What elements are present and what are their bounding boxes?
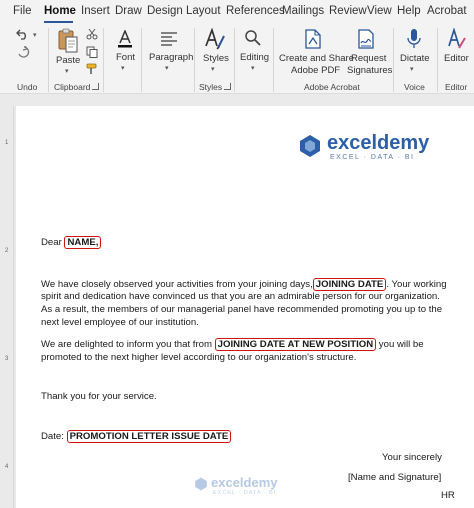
group-label-styles: Styles bbox=[199, 82, 223, 92]
group-separator bbox=[194, 28, 195, 92]
editing-icon[interactable] bbox=[244, 29, 262, 47]
font-button[interactable]: Font bbox=[116, 52, 135, 64]
editing-button[interactable]: Editing bbox=[240, 52, 269, 64]
date-line: Date: PROMOTION LETTER ISSUE DATE bbox=[41, 430, 232, 444]
active-tab-indicator bbox=[44, 21, 73, 23]
create-share-pdf-button[interactable]: Create and Share bbox=[279, 53, 354, 65]
copy-icon[interactable] bbox=[86, 46, 98, 58]
ruler-mark: 4 bbox=[5, 464, 9, 470]
name-and-signature: [Name and Signature] bbox=[348, 472, 442, 483]
dictate-dropdown-icon[interactable]: ▾ bbox=[410, 65, 414, 73]
paragraph-1-line-2: spirit and dedication have convinced us … bbox=[41, 291, 440, 302]
ruler-mark: 3 bbox=[5, 356, 9, 362]
request-signatures-button[interactable]: Request bbox=[351, 53, 386, 65]
horizontal-ruler bbox=[0, 94, 474, 106]
watermark-logo-icon bbox=[195, 477, 207, 491]
editing-dropdown-icon[interactable]: ▾ bbox=[251, 64, 255, 72]
ruler-mark: 2 bbox=[5, 248, 9, 254]
paste-icon[interactable] bbox=[57, 28, 79, 54]
exceldemy-logo-icon bbox=[300, 135, 320, 157]
create-share-pdf-button-line2[interactable]: Adobe PDF bbox=[291, 65, 340, 77]
group-separator bbox=[393, 28, 394, 92]
paragraph-2-text: you will be bbox=[376, 339, 424, 350]
cut-icon[interactable] bbox=[86, 28, 98, 40]
create-pdf-icon[interactable] bbox=[304, 29, 322, 49]
name-placeholder[interactable]: NAME, bbox=[64, 236, 102, 249]
paragraph-2-line-1: We are delighted to inform you that from… bbox=[41, 338, 424, 352]
document-page[interactable]: exceldemy EXCEL · DATA · BI Dear NAME, W… bbox=[16, 106, 474, 508]
watermark-tagline: EXCEL · DATA · BI bbox=[213, 490, 277, 496]
dictate-button[interactable]: Dictate bbox=[400, 53, 430, 65]
group-label-clipboard: Clipboard bbox=[54, 82, 91, 92]
font-icon[interactable] bbox=[117, 30, 133, 48]
undo-icon[interactable] bbox=[16, 28, 30, 40]
tab-acrobat[interactable]: Acrobat bbox=[427, 5, 467, 17]
paragraph-2-text: We are delighted to inform you that from bbox=[41, 339, 212, 350]
clipboard-launcher-icon[interactable] bbox=[92, 83, 99, 90]
group-label-adobe-acrobat: Adobe Acrobat bbox=[304, 82, 360, 92]
paste-button[interactable]: Paste bbox=[56, 55, 80, 67]
thanks-line: Thank you for your service. bbox=[41, 391, 157, 402]
paragraph-dropdown-icon[interactable]: ▾ bbox=[165, 64, 169, 72]
watermark-name: exceldemy bbox=[211, 475, 278, 490]
undo-dropdown-icon[interactable]: ▾ bbox=[33, 31, 37, 39]
styles-button[interactable]: Styles bbox=[203, 53, 229, 65]
date-label: Date: bbox=[41, 431, 64, 442]
paragraph-1-line-4: next level employee of our institution. bbox=[41, 317, 199, 328]
paragraph-1-line-3: As a result, the members of our manageri… bbox=[41, 304, 443, 315]
format-painter-icon[interactable] bbox=[86, 63, 98, 75]
logo-name: exceldemy bbox=[327, 132, 430, 154]
group-separator bbox=[437, 28, 438, 92]
group-separator bbox=[273, 28, 274, 92]
closing-sincerely: Your sincerely bbox=[382, 452, 442, 463]
font-dropdown-icon[interactable]: ▾ bbox=[121, 64, 125, 72]
styles-dropdown-icon[interactable]: ▾ bbox=[211, 65, 215, 73]
group-separator bbox=[234, 28, 235, 92]
tab-design[interactable]: Design bbox=[147, 5, 183, 17]
group-label-undo: Undo bbox=[17, 82, 38, 92]
paragraph-button[interactable]: Paragraph bbox=[149, 52, 193, 64]
salutation-text: Dear bbox=[41, 237, 62, 248]
joining-date-placeholder[interactable]: JOINING DATE bbox=[312, 278, 387, 291]
paragraph-1-line-1: We have closely observed your activities… bbox=[41, 278, 447, 292]
editor-icon[interactable] bbox=[447, 28, 467, 50]
tab-references[interactable]: References bbox=[226, 5, 285, 17]
editor-button[interactable]: Editor bbox=[444, 53, 469, 65]
request-signatures-button-line2[interactable]: Signatures bbox=[347, 65, 392, 77]
styles-icon[interactable] bbox=[204, 28, 226, 50]
closing-hr: HR bbox=[441, 490, 455, 501]
tab-file[interactable]: File bbox=[13, 5, 32, 17]
tab-layout[interactable]: Layout bbox=[186, 5, 221, 17]
new-position-date-placeholder[interactable]: JOINING DATE AT NEW POSITION bbox=[214, 338, 377, 351]
microphone-icon[interactable] bbox=[407, 28, 421, 50]
issue-date-placeholder[interactable]: PROMOTION LETTER ISSUE DATE bbox=[66, 430, 232, 443]
tab-help[interactable]: Help bbox=[397, 5, 421, 17]
vertical-ruler: 1 2 3 4 bbox=[0, 106, 14, 508]
paragraph-1-text: We have closely observed your activities… bbox=[41, 279, 313, 290]
group-separator bbox=[48, 28, 49, 92]
group-separator bbox=[103, 28, 104, 92]
tab-review[interactable]: Review bbox=[329, 5, 367, 17]
salutation-line: Dear NAME, bbox=[41, 236, 102, 250]
tab-view[interactable]: View bbox=[367, 5, 392, 17]
ribbon: ▾ Undo Paste ▾ Clipboard Font ▾ Paragrap… bbox=[0, 24, 474, 94]
paragraph-2-line-2: promoted to the next higher level accord… bbox=[41, 352, 357, 363]
tab-draw[interactable]: Draw bbox=[115, 5, 142, 17]
tab-insert[interactable]: Insert bbox=[81, 5, 110, 17]
group-label-editor: Editor bbox=[445, 82, 468, 92]
styles-launcher-icon[interactable] bbox=[224, 83, 231, 90]
group-separator bbox=[141, 28, 142, 92]
tab-home[interactable]: Home bbox=[44, 5, 76, 17]
paste-dropdown-icon[interactable]: ▾ bbox=[65, 67, 69, 75]
ribbon-tab-bar: File Home Insert Draw Design Layout Refe… bbox=[0, 0, 474, 24]
group-label-voice: Voice bbox=[404, 82, 425, 92]
redo-icon[interactable] bbox=[16, 46, 30, 58]
paragraph-1-text: . Your working bbox=[386, 279, 447, 290]
logo-tagline: EXCEL · DATA · BI bbox=[330, 154, 415, 161]
request-signatures-icon[interactable] bbox=[357, 29, 375, 49]
ruler-mark: 1 bbox=[5, 140, 9, 146]
tab-mailings[interactable]: Mailings bbox=[282, 5, 324, 17]
paragraph-icon[interactable] bbox=[160, 31, 178, 47]
